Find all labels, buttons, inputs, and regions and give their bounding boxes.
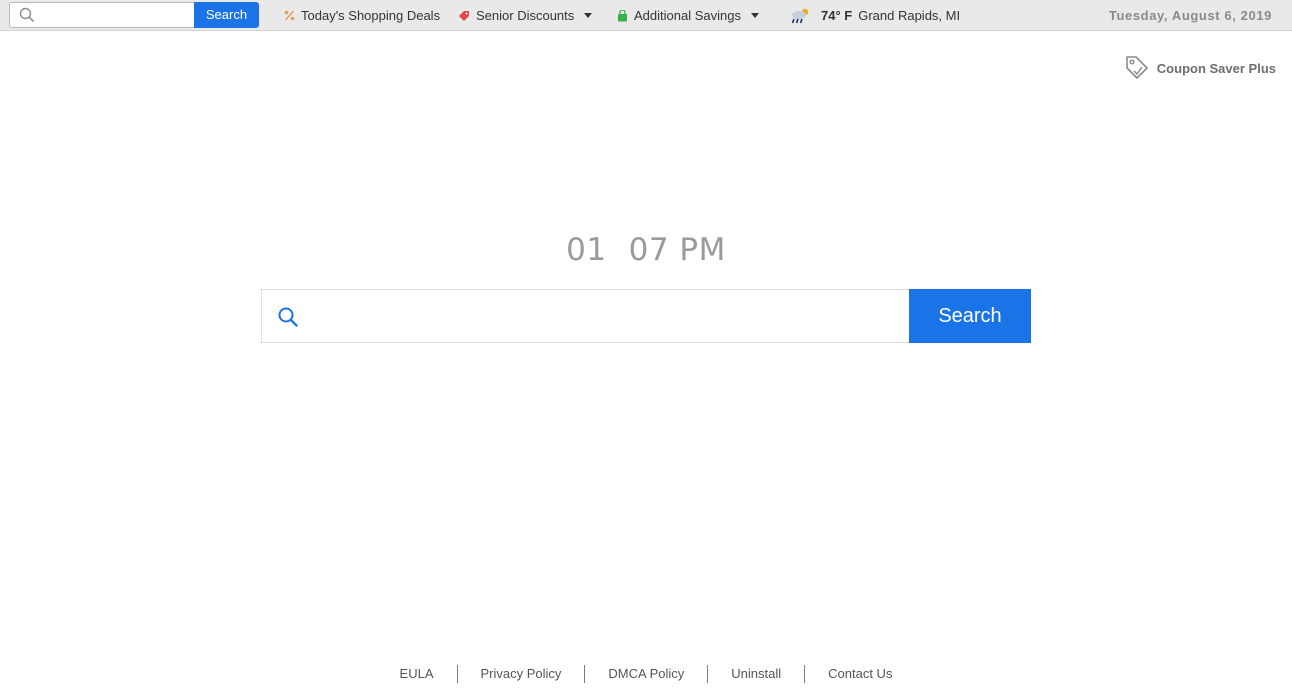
- current-date: Tuesday, August 6, 2019: [1108, 8, 1272, 23]
- additional-savings-menu[interactable]: Additional Savings: [617, 0, 759, 31]
- toolbar-search: Search: [9, 2, 259, 28]
- toolbar-search-button[interactable]: Search: [194, 2, 259, 28]
- chevron-down-icon: [750, 13, 759, 18]
- brand-logo[interactable]: Coupon Saver Plus: [1125, 55, 1276, 81]
- search-icon: [19, 7, 35, 28]
- footer-link-privacy-policy[interactable]: Privacy Policy: [458, 665, 585, 683]
- clock-minutes: 07 PM: [628, 232, 726, 268]
- footer-link-dmca-policy[interactable]: DMCA Policy: [585, 665, 707, 683]
- senior-discounts-menu[interactable]: Senior Discounts: [458, 0, 593, 31]
- main-search: Search: [261, 289, 1031, 343]
- tag-icon: [458, 10, 470, 22]
- additional-savings-label: Additional Savings: [634, 8, 741, 23]
- clock-hour: 01: [566, 232, 607, 268]
- toolbar-search-input[interactable]: [40, 6, 190, 24]
- footer: EULA Privacy Policy DMCA Policy Uninstal…: [0, 664, 1292, 684]
- toolbar-search-box[interactable]: [9, 2, 194, 28]
- todays-shopping-deals-link[interactable]: Today's Shopping Deals: [284, 0, 440, 31]
- weather-rain-icon: [789, 7, 811, 25]
- clock: 01 07 PM: [0, 232, 1292, 268]
- top-toolbar: Search Today's Shopping Deals Senior Dis…: [0, 0, 1292, 31]
- senior-discounts-label: Senior Discounts: [476, 8, 575, 23]
- percent-icon: [284, 10, 295, 21]
- weather-location: Grand Rapids, MI: [858, 8, 961, 23]
- weather-temperature: 74° F: [821, 8, 853, 23]
- search-icon: [277, 306, 299, 333]
- footer-link-uninstall[interactable]: Uninstall: [708, 665, 804, 683]
- footer-link-eula[interactable]: EULA: [377, 665, 457, 683]
- weather-widget[interactable]: 74° F Grand Rapids, MI: [789, 0, 960, 31]
- shopping-bag-icon: [617, 9, 628, 22]
- footer-link-contact-us[interactable]: Contact Us: [805, 665, 915, 683]
- todays-shopping-deals-label: Today's Shopping Deals: [301, 8, 441, 23]
- main-search-box[interactable]: [261, 289, 909, 343]
- main-search-button[interactable]: Search: [909, 289, 1031, 343]
- main-search-input[interactable]: [314, 304, 894, 330]
- brand-name: Coupon Saver Plus: [1156, 60, 1276, 76]
- coupon-tag-icon: [1125, 54, 1149, 83]
- chevron-down-icon: [584, 13, 593, 18]
